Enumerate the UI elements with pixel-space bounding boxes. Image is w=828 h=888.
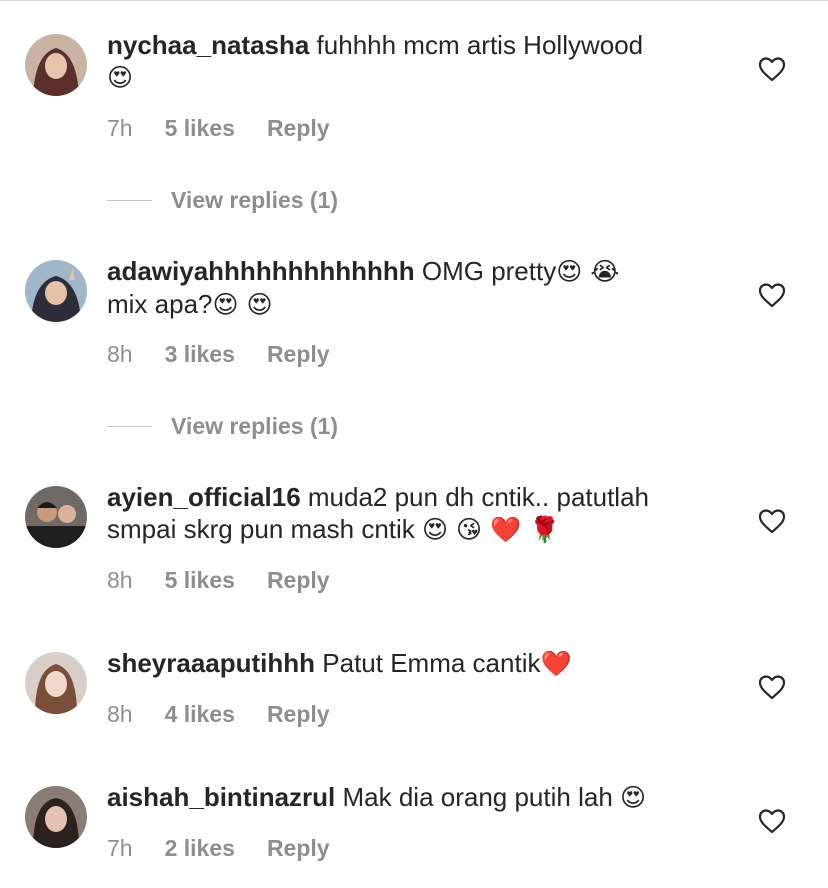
- reply-button[interactable]: Reply: [267, 114, 330, 142]
- comment-body-line2: mix apa?: [107, 289, 213, 319]
- avatar[interactable]: [25, 260, 87, 322]
- likes-count[interactable]: 5 likes: [165, 566, 235, 594]
- comment-emoji: 😍 😘 ❤️ 🌹: [422, 515, 561, 544]
- comment-time: 8h: [107, 567, 133, 593]
- comment-meta: 8h 4 likes Reply: [107, 700, 330, 728]
- comment-username[interactable]: adawiyahhhhhhhhhhhhh: [107, 256, 415, 286]
- comment-text: sheyraaaputihhh Patut Emma cantik❤️: [107, 647, 717, 680]
- emoji-heart-eyes: 😍: [107, 63, 134, 92]
- comment-meta: 8h 5 likes Reply: [107, 566, 330, 594]
- comment-body: Patut Emma cantik: [315, 648, 541, 678]
- comment-text: ayien_official16 muda2 pun dh cntik.. pa…: [107, 481, 717, 546]
- comment-time: 8h: [107, 341, 133, 367]
- avatar[interactable]: [25, 786, 87, 848]
- comment-username[interactable]: sheyraaaputihhh: [107, 648, 315, 678]
- comment-meta: 8h 3 likes Reply: [107, 340, 330, 368]
- view-replies-button[interactable]: View replies (1): [171, 413, 338, 440]
- comment-body: OMG pretty: [414, 256, 557, 286]
- comment-text: adawiyahhhhhhhhhhhhh OMG pretty😍 😭 mix a…: [107, 255, 717, 321]
- likes-count[interactable]: 4 likes: [165, 700, 235, 728]
- comment-body: fuhhhh mcm artis Hollywood: [309, 30, 644, 60]
- comment-body: muda2 pun dh cntik.. patutlah: [300, 482, 650, 512]
- top-divider: [0, 0, 828, 1]
- comment-emoji: ❤️: [540, 649, 572, 678]
- comment-username[interactable]: aishah_bintinazrul: [107, 782, 335, 812]
- comment-body-line2: smpai skrg pun mash cntik: [107, 514, 423, 544]
- reply-button[interactable]: Reply: [267, 566, 330, 594]
- comment-time: 7h: [107, 115, 133, 141]
- like-heart-icon[interactable]: [758, 282, 786, 308]
- like-heart-icon[interactable]: [758, 508, 786, 534]
- like-heart-icon[interactable]: [758, 808, 786, 834]
- reply-button[interactable]: Reply: [267, 700, 330, 728]
- replies-divider-line: [107, 199, 152, 201]
- comment-meta: 7h 5 likes Reply: [107, 114, 330, 142]
- reply-button[interactable]: Reply: [267, 340, 330, 368]
- comment-emoji: 😍: [620, 783, 647, 812]
- comment-time: 7h: [107, 835, 133, 861]
- comment-text: nychaa_natasha fuhhhh mcm artis Hollywoo…: [107, 29, 717, 94]
- like-heart-icon[interactable]: [758, 674, 786, 700]
- view-replies[interactable]: View replies (1): [107, 411, 338, 441]
- avatar[interactable]: [25, 652, 87, 714]
- likes-count[interactable]: 3 likes: [165, 340, 235, 368]
- replies-divider-line: [107, 425, 152, 427]
- comment-emoji: 😍 😭: [556, 257, 620, 286]
- view-replies-button[interactable]: View replies (1): [171, 187, 338, 214]
- comment-username[interactable]: ayien_official16: [107, 482, 301, 512]
- comment-body: Mak dia orang putih lah: [335, 782, 620, 812]
- reply-button[interactable]: Reply: [267, 834, 330, 862]
- likes-count[interactable]: 2 likes: [165, 834, 235, 862]
- like-heart-icon[interactable]: [758, 56, 786, 82]
- comment-emoji: 😍 😍: [212, 290, 273, 319]
- view-replies[interactable]: View replies (1): [107, 185, 338, 215]
- avatar[interactable]: [25, 34, 87, 96]
- likes-count[interactable]: 5 likes: [165, 114, 235, 142]
- comment-time: 8h: [107, 701, 133, 727]
- avatar[interactable]: [25, 486, 87, 548]
- comment-username[interactable]: nychaa_natasha: [107, 30, 309, 60]
- comment-text: aishah_bintinazrul Mak dia orang putih l…: [107, 781, 717, 814]
- comment-meta: 7h 2 likes Reply: [107, 834, 330, 862]
